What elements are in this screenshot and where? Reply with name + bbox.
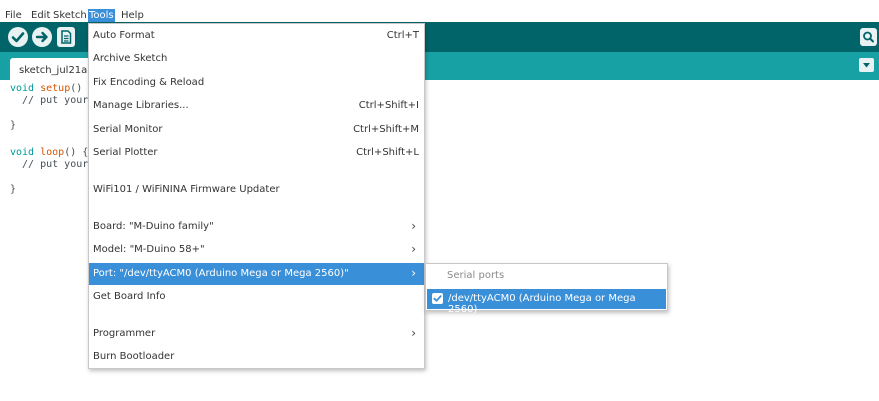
tab-menu-button[interactable] [859,58,874,72]
menu-item-firmware-updater[interactable]: WiFi101 / WiFiNINA Firmware Updater [89,179,424,201]
submenu-header: Serial ports [447,270,505,281]
menu-item-serial-plotter[interactable]: Serial Plotter Ctrl+Shift+L [89,142,424,164]
menu-item-board[interactable]: Board: "M-Duino family" › [89,216,424,238]
tab-label: sketch_jul21a [19,65,88,76]
chevron-right-icon: › [411,219,416,233]
chevron-right-icon: › [411,242,416,256]
code-line: } [10,120,17,131]
menu-item-get-board-info[interactable]: Get Board Info [89,286,424,308]
code-line: // put your [10,95,89,106]
port-option-label: /dev/ttyACM0 (Arduino Mega or Mega 2560) [448,293,636,315]
verify-icon[interactable] [8,27,28,47]
menu-item-port[interactable]: Port: "/dev/ttyACM0 (Arduino Mega or Meg… [89,263,424,285]
menu-item-serial-monitor[interactable]: Serial Monitor Ctrl+Shift+M [89,119,424,141]
serial-monitor-icon[interactable] [860,28,877,46]
menu-sketch[interactable]: Sketch [52,9,88,22]
code-line: } [10,184,17,195]
menu-item-manage-libraries[interactable]: Manage Libraries... Ctrl+Shift+I [89,95,424,117]
port-option-ttyacm0[interactable]: /dev/ttyACM0 (Arduino Mega or Mega 2560) [427,289,666,315]
code-line: void setup() { [10,83,95,94]
port-submenu: Serial ports /dev/ttyACM0 (Arduino Mega … [425,263,668,315]
menu-file[interactable]: File [4,9,23,22]
code-line: void loop() { [10,147,89,158]
menu-item-burn-bootloader[interactable]: Burn Bootloader [89,346,424,368]
menu-bar: File Edit Sketch Tools Help [0,0,879,22]
menu-item-programmer[interactable]: Programmer › [89,323,424,345]
new-sketch-icon[interactable] [57,27,75,47]
tools-menu: Auto Format Ctrl+T Archive Sketch Fix En… [88,23,425,369]
menu-item-model[interactable]: Model: "M-Duino 58+" › [89,239,424,261]
upload-icon[interactable] [32,27,52,47]
chevron-right-icon: › [411,326,416,340]
code-line: // put your [10,159,89,170]
menu-item-archive-sketch[interactable]: Archive Sketch [89,48,424,70]
checkbox-checked-icon[interactable] [432,293,443,304]
menu-tools[interactable]: Tools [88,9,115,22]
menu-edit[interactable]: Edit [30,9,51,22]
menu-item-auto-format[interactable]: Auto Format Ctrl+T [89,25,424,47]
menu-item-fix-encoding[interactable]: Fix Encoding & Reload [89,72,424,94]
chevron-right-icon: › [411,266,416,280]
chevron-down-icon [863,63,870,68]
tab-sketch[interactable]: sketch_jul21a [10,58,95,80]
menu-help[interactable]: Help [120,9,145,22]
